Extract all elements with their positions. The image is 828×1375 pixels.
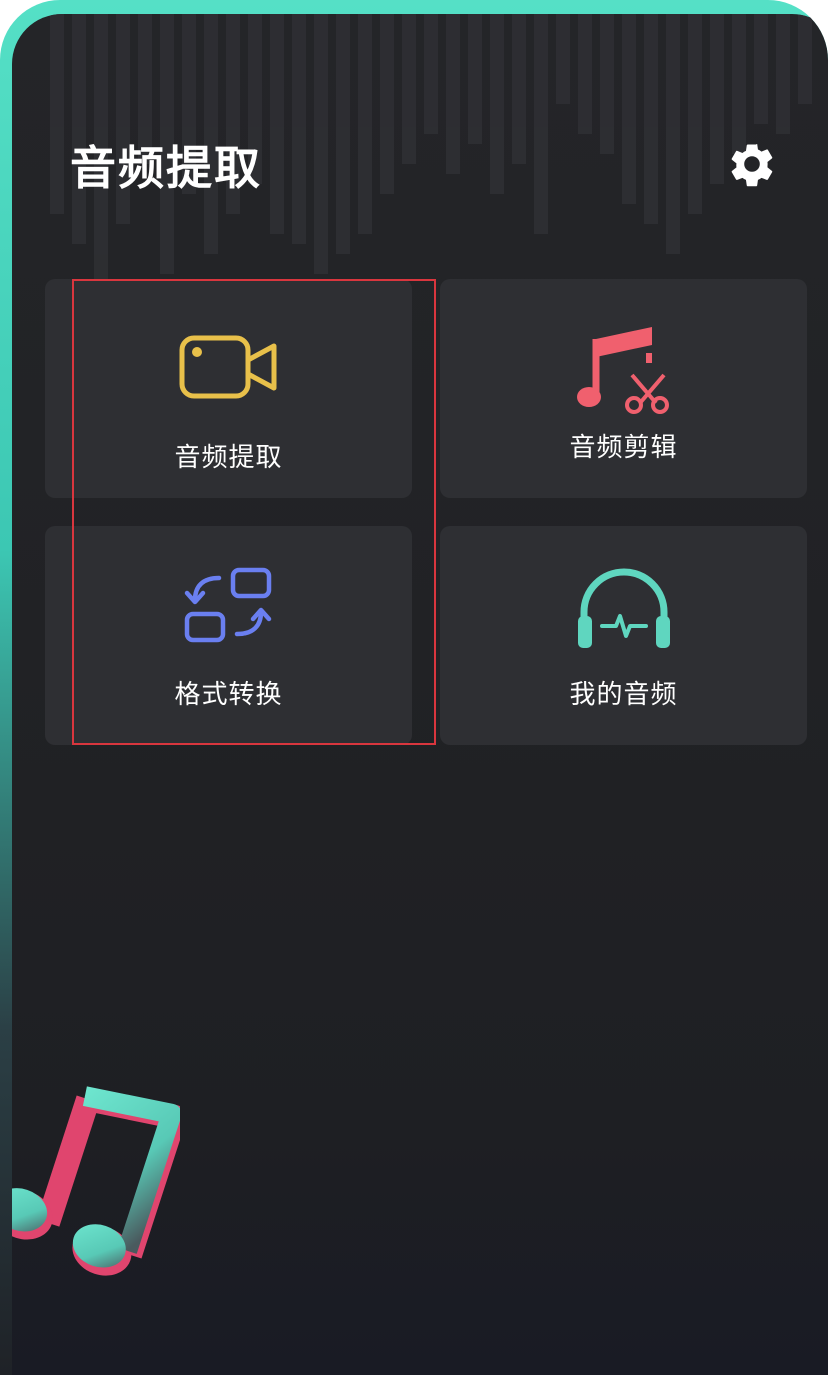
music-note-icon [12, 1086, 180, 1276]
menu-card-my-audio[interactable]: 我的音频 [440, 526, 807, 745]
menu-card-label: 格式转换 [174, 680, 283, 710]
page-title: 音频提取 [70, 141, 262, 195]
menu-card-format-convert[interactable]: 格式转换 [45, 526, 412, 745]
gear-icon[interactable] [726, 138, 778, 190]
phone-frame: 音频提取 音频提取 音频剪辑 格式转换 我的音频 [0, 0, 828, 1375]
format-convert-icon [184, 567, 272, 643]
menu-card-label: 音频剪辑 [569, 433, 678, 463]
app-screen: 音频提取 音频提取 音频剪辑 格式转换 我的音频 [12, 14, 828, 1375]
music-scissors-icon [577, 327, 669, 414]
menu-card-audio-extract[interactable]: 音频提取 [45, 279, 412, 498]
video-camera-icon [179, 335, 277, 399]
headphones-icon [578, 568, 670, 648]
menu-card-label: 音频提取 [174, 443, 283, 473]
menu-card-label: 我的音频 [569, 680, 678, 710]
menu-card-audio-edit[interactable]: 音频剪辑 [440, 279, 807, 498]
